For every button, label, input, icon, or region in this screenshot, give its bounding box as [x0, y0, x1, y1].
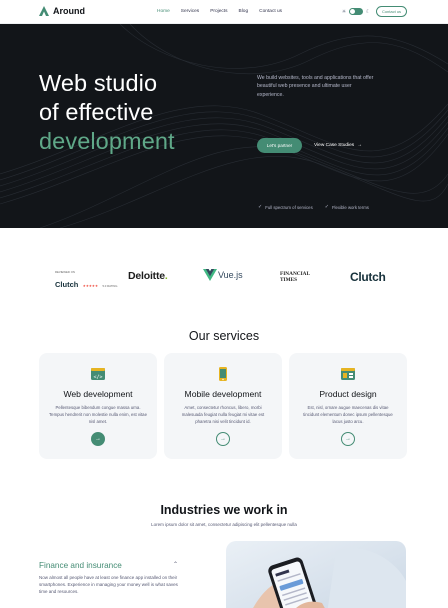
design-window-icon [341, 368, 355, 380]
feature-label: Flexible work terms [331, 204, 369, 210]
services-heading: Our services [188, 329, 260, 343]
case-studies-label: View Case Studies [314, 143, 355, 148]
contact-us-button[interactable]: Contact us [376, 6, 407, 17]
menu-item-projects[interactable]: Projects [210, 9, 227, 14]
menu-item-contact[interactable]: Contact us [259, 9, 282, 14]
svg-text:</>: </> [93, 374, 102, 380]
client-logos: REVIEWED ON Clutch ★★★★★ 5.0 RATING Delo… [0, 258, 448, 298]
service-card-design[interactable]: Product design Est, nisl, ornare augue m… [289, 353, 407, 459]
clutch-small-name: Clutch [55, 280, 79, 289]
menu-item-blog[interactable]: Blog [239, 9, 249, 14]
lets-partner-button[interactable]: Let's partner [257, 138, 302, 153]
theme-toggle[interactable]: ☀ ☾ [341, 8, 371, 15]
sun-icon: ☀ [341, 8, 347, 15]
clutch-rating: 5.0 RATING [102, 284, 118, 288]
feature-item: ✓ Flexible work terms [325, 204, 369, 210]
logo[interactable]: Around [39, 6, 85, 16]
switch-knob [350, 9, 355, 14]
top-navbar: Around Home Services Projects Blog Conta… [0, 0, 448, 24]
arrow-right-icon[interactable]: → [341, 432, 355, 446]
rating-stars: ★★★★★ [82, 284, 98, 288]
logo-text: Around [53, 6, 85, 16]
vue-logo[interactable]: Vue.js [203, 269, 243, 281]
clutch-reviewed-label: REVIEWED ON [55, 270, 75, 274]
industries-heading: Industries we work in [160, 503, 288, 517]
menu-item-services[interactable]: Services [181, 9, 199, 14]
code-window-icon: </> [91, 368, 105, 380]
service-card-title: Mobile development [184, 389, 262, 399]
service-card-title: Product design [319, 389, 377, 399]
hero-title-accent: development [39, 128, 175, 154]
hero-features: ✓ Full spectrum of services ✓ Flexible w… [258, 204, 369, 210]
deloitte-name: Deloitte [128, 270, 165, 282]
accordion-finance-text: Now almost all people have at least one … [39, 575, 178, 594]
feature-item: ✓ Full spectrum of services [258, 204, 313, 210]
financial-times-logo[interactable]: FINANCIAL TIMES [280, 271, 310, 283]
arrow-right-icon: → [357, 143, 362, 148]
service-card-mobile[interactable]: Mobile development Amet, consectetur rho… [164, 353, 282, 459]
view-case-studies-link[interactable]: View Case Studies → [314, 143, 362, 148]
ft-line2: TIMES [280, 277, 298, 283]
service-card-text: Pellentesque bibendum congue massa urna.… [49, 405, 147, 424]
deloitte-logo[interactable]: Deloitte. [128, 270, 168, 282]
service-card-web[interactable]: </> Web development Pellentesque bibendu… [39, 353, 157, 459]
finance-app-photo [226, 541, 406, 608]
arrow-right-icon[interactable]: → [216, 432, 230, 446]
hero-description: We build websites, tools and application… [257, 75, 374, 98]
vue-name: Vue.js [218, 270, 243, 280]
accordion-finance-title[interactable]: Finance and insurance [39, 561, 122, 570]
service-card-title: Web development [63, 389, 133, 399]
hero-title: Web studio of effective development [39, 69, 175, 156]
hero-title-line1: Web studio [39, 70, 158, 96]
arrow-right-icon[interactable]: → [91, 432, 105, 446]
clutch-reviewed-logo[interactable]: REVIEWED ON Clutch ★★★★★ 5.0 RATING [55, 270, 117, 292]
hero-title-line2: of effective [39, 99, 154, 125]
chevron-up-icon[interactable]: ⌃ [173, 561, 178, 568]
theme-switch[interactable] [349, 8, 363, 15]
clutch-logo[interactable]: Clutch [350, 270, 386, 284]
service-card-text: Est, nisl, ornare augue maecenas dis vit… [303, 405, 393, 424]
around-logo-icon [39, 6, 49, 16]
moon-icon: ☾ [365, 8, 371, 15]
menu-item-home[interactable]: Home [157, 9, 170, 14]
feature-label: Full spectrum of services [265, 204, 313, 210]
deloitte-dot: . [164, 270, 168, 282]
main-menu: Home Services Projects Blog Contact us [157, 9, 293, 14]
vue-icon [203, 269, 217, 281]
mobile-icon [219, 367, 227, 381]
check-icon: ✓ [258, 204, 263, 210]
hero-section: Web studio of effective development We b… [0, 24, 448, 228]
check-icon: ✓ [324, 204, 329, 210]
service-card-text: Amet, consectetur rhoncus, libero, morbi… [181, 405, 265, 424]
industries-subtitle: Lorem ipsum dolor sit amet, consectetur … [151, 522, 297, 527]
